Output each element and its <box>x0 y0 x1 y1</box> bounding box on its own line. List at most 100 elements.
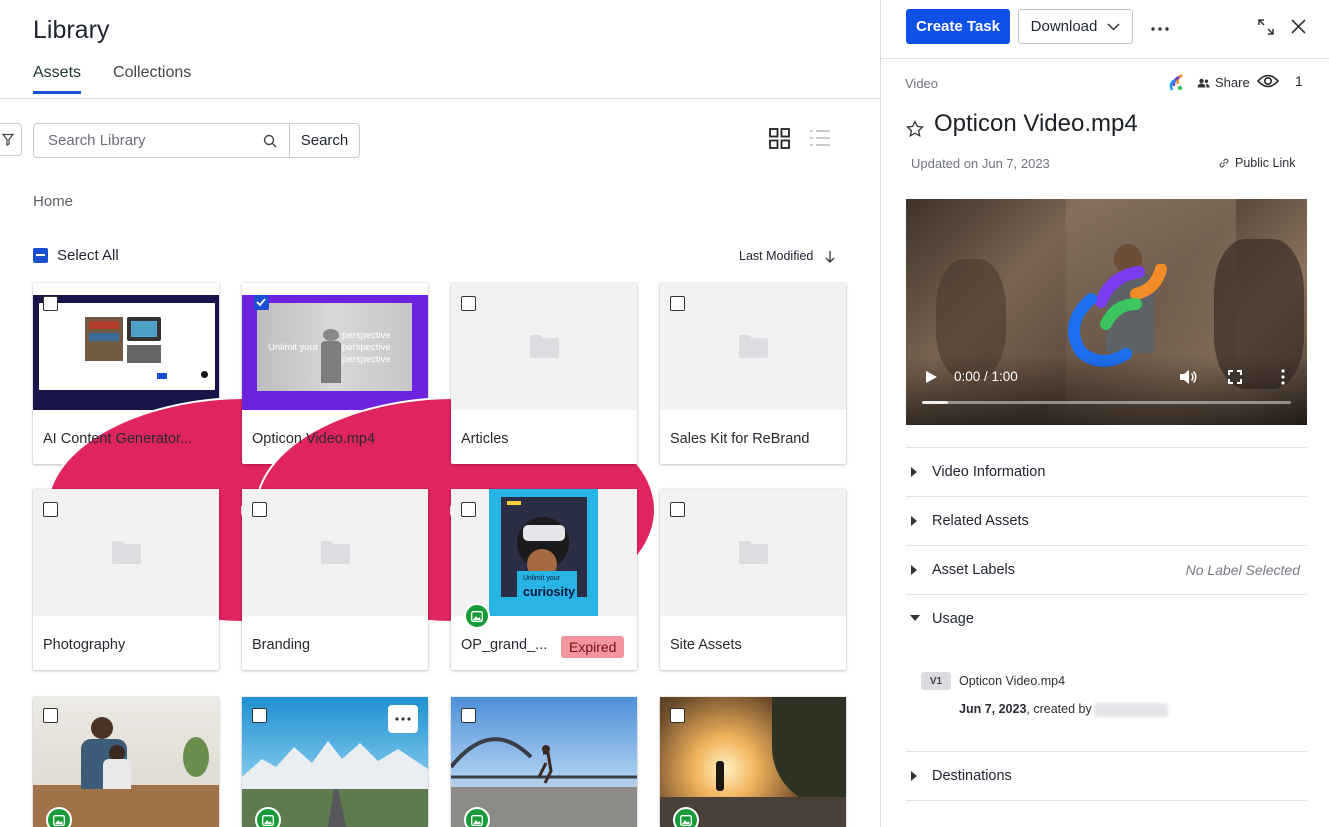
asset-checkbox[interactable] <box>670 502 685 517</box>
filter-button[interactable] <box>0 123 22 156</box>
more-icon[interactable] <box>1149 18 1171 40</box>
asset-card[interactable]: Unlimit your perspective perspective per… <box>242 283 656 623</box>
accordion-related-assets[interactable]: Related Assets <box>906 496 1307 545</box>
folder-card[interactable]: Site Assets <box>660 489 846 670</box>
search-button[interactable]: Search <box>289 123 360 158</box>
card-more-button[interactable] <box>388 705 418 733</box>
caret-down-icon <box>910 615 920 621</box>
sort-label: Last Modified <box>739 249 814 263</box>
select-all-checkbox[interactable] <box>33 248 48 263</box>
share-button[interactable]: Share <box>1197 75 1250 90</box>
accordion-label: Related Assets <box>932 512 1029 529</box>
download-button[interactable]: Download <box>1018 9 1133 44</box>
asset-card[interactable]: Unlimit your curiosity OP_grand_... Expi… <box>451 489 637 670</box>
updated-date: Updated on Jun 7, 2023 <box>911 156 1050 171</box>
thumb-text: perspective <box>342 354 391 365</box>
breadcrumb[interactable]: Home <box>33 193 73 210</box>
asset-card[interactable] <box>33 697 219 827</box>
users-icon <box>1197 78 1210 87</box>
video-more-icon[interactable] <box>1281 369 1285 385</box>
video-time: 0:00 / 1:00 <box>954 369 1018 384</box>
play-icon[interactable] <box>924 370 938 384</box>
asset-detail-panel: Create Task Download Video Share 1 Optic… <box>880 0 1329 827</box>
folder-icon <box>739 335 768 358</box>
asset-checkbox[interactable] <box>252 708 267 723</box>
video-progress-bar[interactable] <box>922 401 1291 404</box>
grid-view-icon[interactable] <box>769 128 790 149</box>
expired-badge: Expired <box>561 636 625 658</box>
accordion-destinations[interactable]: Destinations <box>906 751 1307 800</box>
optimizely-logo-icon[interactable] <box>1166 72 1186 94</box>
thumb-text: curiosity <box>523 585 576 599</box>
image-badge-icon <box>673 807 699 827</box>
image-badge-icon <box>464 807 490 827</box>
video-player[interactable]: 0:00 / 1:00 <box>906 199 1307 425</box>
caret-right-icon <box>911 466 917 477</box>
volume-icon[interactable] <box>1179 369 1197 385</box>
close-icon[interactable] <box>1291 19 1306 34</box>
thumb-text: Unlimit your <box>268 342 319 353</box>
tab-collections[interactable]: Collections <box>113 64 191 94</box>
library-tabs: Assets Collections <box>33 64 191 94</box>
library-title: Library <box>33 16 110 44</box>
asset-checkbox[interactable] <box>670 708 685 723</box>
create-task-button[interactable]: Create Task <box>906 9 1010 44</box>
caret-right-icon <box>911 770 917 781</box>
chevron-down-icon <box>1107 22 1120 31</box>
arrow-down-icon[interactable] <box>825 250 835 263</box>
folder-thumbnail <box>660 489 846 616</box>
folder-thumbnail <box>242 489 428 616</box>
folder-card[interactable]: Sales Kit for ReBrand <box>660 283 846 464</box>
usage-file-name[interactable]: Opticon Video.mp4 <box>959 674 1065 688</box>
usage-created: Jun 7, 2023, created by <box>959 702 1168 717</box>
asset-checkbox[interactable] <box>670 296 685 311</box>
link-icon <box>1219 158 1229 168</box>
folder-card[interactable]: Branding <box>242 489 428 670</box>
accordion-video-information[interactable]: Video Information <box>906 447 1307 496</box>
search-field <box>33 123 290 158</box>
asset-title: Opticon Video.mp4 <box>934 110 1138 137</box>
asset-type-label: Video <box>905 76 939 91</box>
header-divider <box>881 58 1329 59</box>
caret-right-icon <box>911 564 917 575</box>
asset-card[interactable]: AI Content Generator... <box>33 283 447 623</box>
asset-checkbox[interactable] <box>461 296 476 311</box>
asset-checkbox[interactable] <box>461 502 476 517</box>
asset-checkbox[interactable] <box>252 502 267 517</box>
folder-icon <box>112 541 141 564</box>
asset-card[interactable] <box>451 697 637 827</box>
select-all[interactable]: Select All <box>33 247 119 264</box>
search-icon[interactable] <box>263 134 277 148</box>
search-input[interactable] <box>48 132 263 149</box>
list-view-icon[interactable] <box>809 128 831 148</box>
public-link[interactable]: Public Link <box>1218 156 1295 170</box>
asset-checkbox[interactable] <box>254 295 269 310</box>
asset-name: OP_grand_... <box>461 637 548 653</box>
fullscreen-icon[interactable] <box>1228 370 1242 384</box>
thumb-text: perspective <box>342 330 391 341</box>
public-link-label: Public Link <box>1235 156 1296 170</box>
folder-card[interactable]: Photography <box>33 489 219 670</box>
expand-icon[interactable] <box>1257 18 1275 36</box>
redacted-user <box>1093 702 1168 717</box>
image-badge-icon <box>46 807 72 827</box>
folder-name: Site Assets <box>670 637 742 653</box>
asset-card[interactable] <box>660 697 846 827</box>
asset-card[interactable] <box>242 697 428 827</box>
sort-control[interactable]: Last Modified <box>739 249 835 263</box>
accordion-asset-labels[interactable]: Asset Labels No Label Selected <box>906 545 1307 594</box>
asset-name: Opticon Video.mp4 <box>252 431 376 447</box>
star-icon[interactable] <box>906 120 924 138</box>
folder-card[interactable]: Articles <box>451 283 637 464</box>
accordion-usage[interactable]: Usage <box>906 594 1307 643</box>
folder-name: Sales Kit for ReBrand <box>670 431 810 447</box>
accordion-label: Video Information <box>932 463 1046 480</box>
folder-name: Branding <box>252 637 311 653</box>
caret-right-icon <box>911 515 917 526</box>
asset-checkbox[interactable] <box>43 296 58 311</box>
folder-name: Photography <box>43 637 126 653</box>
tab-assets[interactable]: Assets <box>33 64 82 94</box>
asset-checkbox[interactable] <box>43 708 58 723</box>
asset-checkbox[interactable] <box>43 502 58 517</box>
asset-checkbox[interactable] <box>461 708 476 723</box>
